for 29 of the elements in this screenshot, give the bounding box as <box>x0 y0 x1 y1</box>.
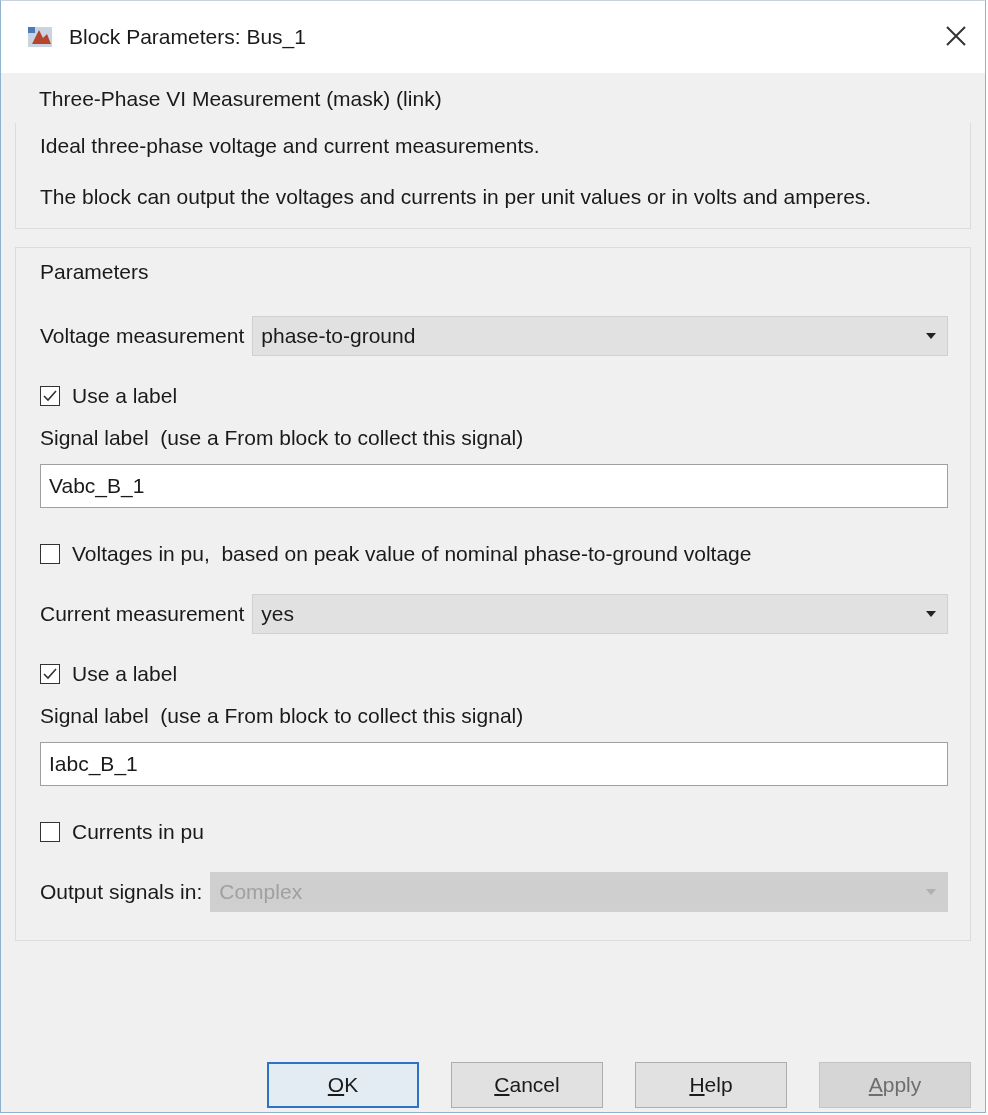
dialog-button[interactable]: Help <box>635 1062 787 1108</box>
caret-icon <box>925 609 937 618</box>
checkbox[interactable] <box>40 663 60 684</box>
checkbox-label: Use a label <box>72 383 178 408</box>
dialog-button[interactable]: OK <box>267 1062 419 1108</box>
description-text: The block can output the voltages and currents in per unit values or in volts and amperes. <box>40 184 873 211</box>
dialog-button[interactable]: Cancel <box>451 1062 603 1108</box>
checkbox[interactable] <box>40 543 60 564</box>
block-type-title: Three-Phase VI Measurement (mask) (link) <box>39 87 442 110</box>
dropdown[interactable]: phase-to-ground <box>252 315 948 356</box>
caret-icon <box>925 887 937 896</box>
app-icon <box>27 24 55 50</box>
checkbox-label: Voltages in pu, based on peak value of nominal phase-to-ground voltage <box>72 541 752 566</box>
field-label: Output signals in: <box>40 879 203 904</box>
description-text: Ideal three-phase voltage and current measurements. <box>40 133 541 159</box>
caret-icon <box>925 331 937 340</box>
input-field[interactable]: Iabc_B_1 <box>40 741 948 786</box>
checkbox-label: Use a label <box>72 661 178 686</box>
checkbox[interactable] <box>40 821 60 842</box>
field-label: Signal label (use a From block to collect this signal) <box>40 425 524 450</box>
window-title: Block Parameters: Bus_1 <box>69 25 307 49</box>
field-label: Current measurement <box>40 601 245 626</box>
field-label: Signal label (use a From block to collect this signal) <box>40 703 524 728</box>
dropdown[interactable]: yes <box>252 593 948 634</box>
field-label: Voltage measurement <box>40 323 245 348</box>
section-title: Parameters <box>40 259 150 284</box>
input-field[interactable]: Vabc_B_1 <box>40 463 948 508</box>
checkbox-label: Currents in pu <box>72 819 204 844</box>
checkbox[interactable] <box>40 385 60 406</box>
